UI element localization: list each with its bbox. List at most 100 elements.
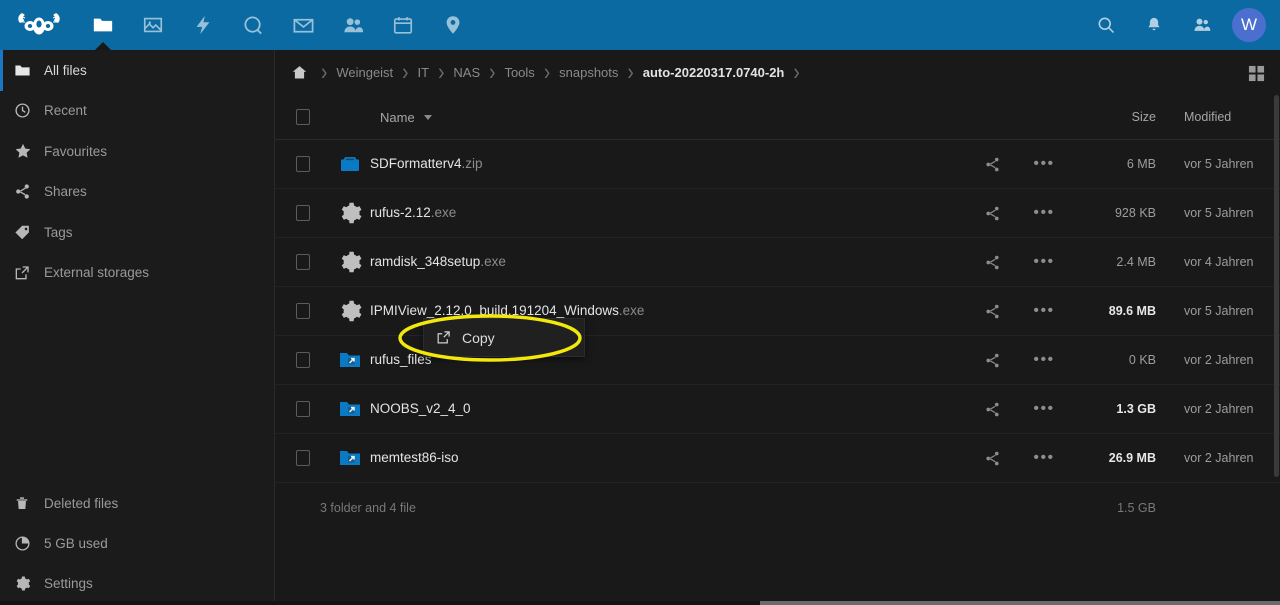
- bell-icon: [1148, 17, 1160, 31]
- header-notifications-button[interactable]: [1130, 0, 1178, 50]
- file-modified: vor 5 Jahren: [1184, 157, 1254, 171]
- koala-logo-icon: [18, 13, 60, 35]
- file-ext: .exe: [480, 254, 506, 269]
- file-modified: vor 5 Jahren: [1184, 206, 1254, 220]
- sidebar-item-external-storages[interactable]: External storages: [0, 253, 274, 294]
- file-name-cell[interactable]: SDFormatterv4.zip: [370, 155, 966, 173]
- table-header-row: Name Size Modified: [275, 95, 1280, 140]
- nav-item-mail[interactable]: [278, 0, 328, 50]
- select-all-checkbox[interactable]: [275, 109, 330, 125]
- table-row[interactable]: SDFormatterv4.zip ••• 6 MB vor 5 Jahren: [275, 140, 1280, 189]
- file-modified: vor 2 Jahren: [1184, 451, 1254, 465]
- file-name-cell[interactable]: NOOBS_v2_4_0: [370, 400, 966, 418]
- context-menu-item-label: Copy: [462, 329, 495, 346]
- file-name: NOOBS_v2_4_0: [370, 401, 471, 416]
- breadcrumb-separator: ›: [438, 58, 445, 85]
- row-share-button[interactable]: [966, 205, 1018, 222]
- image-icon: [143, 17, 163, 33]
- context-menu-item-copy[interactable]: Copy: [424, 330, 584, 346]
- summary-size: 1.5 GB: [1117, 500, 1156, 515]
- row-checkbox[interactable]: [275, 303, 330, 319]
- row-share-button[interactable]: [966, 303, 1018, 320]
- summary-label: 3 folder and 4 file: [320, 500, 416, 515]
- row-share-button[interactable]: [966, 254, 1018, 271]
- envelope-icon: [293, 18, 313, 33]
- sidebar-item-deleted-files[interactable]: Deleted files: [0, 483, 274, 523]
- sidebar-item-label: Deleted files: [44, 495, 119, 511]
- people-icon: [343, 17, 363, 32]
- table-row[interactable]: NOOBS_v2_4_0 ••• 1.3 GB vor 2 Jahren: [275, 385, 1280, 434]
- breadcrumb-home[interactable]: [285, 64, 314, 81]
- nav-item-search-app[interactable]: [228, 0, 278, 50]
- grid-view-toggle[interactable]: [1244, 61, 1268, 85]
- nav-item-contacts[interactable]: [328, 0, 378, 50]
- row-more-button[interactable]: •••: [1018, 302, 1070, 320]
- breadcrumb-item-nas[interactable]: NAS: [451, 65, 482, 80]
- row-share-button[interactable]: [966, 156, 1018, 173]
- bottom-strip: [0, 601, 1280, 605]
- column-header-size[interactable]: Size: [1070, 110, 1160, 124]
- share-icon: [985, 402, 999, 416]
- table-row[interactable]: ramdisk_348setup.exe ••• 2.4 MB vor 4 Ja…: [275, 238, 1280, 287]
- file-name-cell[interactable]: rufus-2.12.exe: [370, 204, 966, 222]
- file-name-cell[interactable]: ramdisk_348setup.exe: [370, 253, 966, 271]
- row-more-button[interactable]: •••: [1018, 351, 1070, 369]
- sidebar-item-label: Recent: [44, 103, 87, 119]
- folder-icon: [14, 62, 44, 79]
- sidebar-item-tags[interactable]: Tags: [0, 212, 274, 253]
- home-icon: [292, 66, 307, 79]
- row-more-button[interactable]: •••: [1018, 204, 1070, 222]
- scrollbar-thumb[interactable]: [1274, 95, 1279, 477]
- sidebar-item-recent[interactable]: Recent: [0, 91, 274, 132]
- row-checkbox[interactable]: [275, 401, 330, 417]
- row-more-button[interactable]: •••: [1018, 155, 1070, 173]
- breadcrumb-item-weingeist[interactable]: Weingeist: [334, 65, 395, 80]
- table-row[interactable]: rufus-2.12.exe ••• 928 KB vor 5 Jahren: [275, 189, 1280, 238]
- file-name: SDFormatterv4: [370, 156, 462, 171]
- row-checkbox[interactable]: [275, 254, 330, 270]
- file-modified: vor 2 Jahren: [1184, 402, 1254, 416]
- row-more-button[interactable]: •••: [1018, 449, 1070, 467]
- app-logo[interactable]: [0, 0, 78, 50]
- sidebar-item-label: Favourites: [44, 143, 108, 159]
- sidebar-item-label: External storages: [44, 265, 150, 281]
- row-share-button[interactable]: [966, 401, 1018, 418]
- nav-item-activity[interactable]: [178, 0, 228, 50]
- folder-icon: [93, 18, 113, 32]
- header-contacts-button[interactable]: [1178, 0, 1226, 50]
- sidebar-item-label: Shares: [44, 184, 87, 200]
- sidebar-item-label: 5 GB used: [44, 535, 108, 551]
- row-checkbox[interactable]: [275, 156, 330, 172]
- breadcrumb-item-tools[interactable]: Tools: [502, 65, 536, 80]
- nav-item-photos[interactable]: [128, 0, 178, 50]
- gear-icon: [330, 200, 370, 226]
- breadcrumb: › Weingeist › IT › NAS › Tools › snapsho…: [275, 50, 1280, 95]
- header-search-button[interactable]: [1082, 0, 1130, 50]
- file-name-cell[interactable]: memtest86-iso: [370, 449, 966, 467]
- row-more-button[interactable]: •••: [1018, 253, 1070, 271]
- breadcrumb-item-current[interactable]: auto-20220317.0740-2h: [641, 65, 787, 80]
- row-more-button[interactable]: •••: [1018, 400, 1070, 418]
- sidebar-item-shares[interactable]: Shares: [0, 172, 274, 213]
- sidebar-item-all-files[interactable]: All files: [0, 50, 274, 91]
- nav-item-calendar[interactable]: [378, 0, 428, 50]
- sidebar-item-quota[interactable]: 5 GB used: [0, 523, 274, 563]
- table-row[interactable]: memtest86-iso ••• 26.9 MB vor 2 Jahren: [275, 434, 1280, 483]
- pie-chart-icon: [14, 535, 44, 552]
- avatar[interactable]: W: [1232, 8, 1266, 42]
- row-share-button[interactable]: [966, 352, 1018, 369]
- vertical-scrollbar[interactable]: [1273, 95, 1280, 515]
- sidebar-item-favourites[interactable]: Favourites: [0, 131, 274, 172]
- share-icon: [14, 183, 44, 200]
- breadcrumb-item-it[interactable]: IT: [416, 65, 432, 80]
- row-checkbox[interactable]: [275, 352, 330, 368]
- row-checkbox[interactable]: [275, 450, 330, 466]
- nav-item-files[interactable]: [78, 0, 128, 50]
- column-header-name[interactable]: Name: [370, 110, 966, 125]
- row-checkbox[interactable]: [275, 205, 330, 221]
- nav-item-maps[interactable]: [428, 0, 478, 50]
- column-header-modified[interactable]: Modified: [1160, 110, 1280, 124]
- row-share-button[interactable]: [966, 450, 1018, 467]
- sidebar-item-settings[interactable]: Settings: [0, 563, 274, 603]
- breadcrumb-item-snapshots[interactable]: snapshots: [557, 65, 620, 80]
